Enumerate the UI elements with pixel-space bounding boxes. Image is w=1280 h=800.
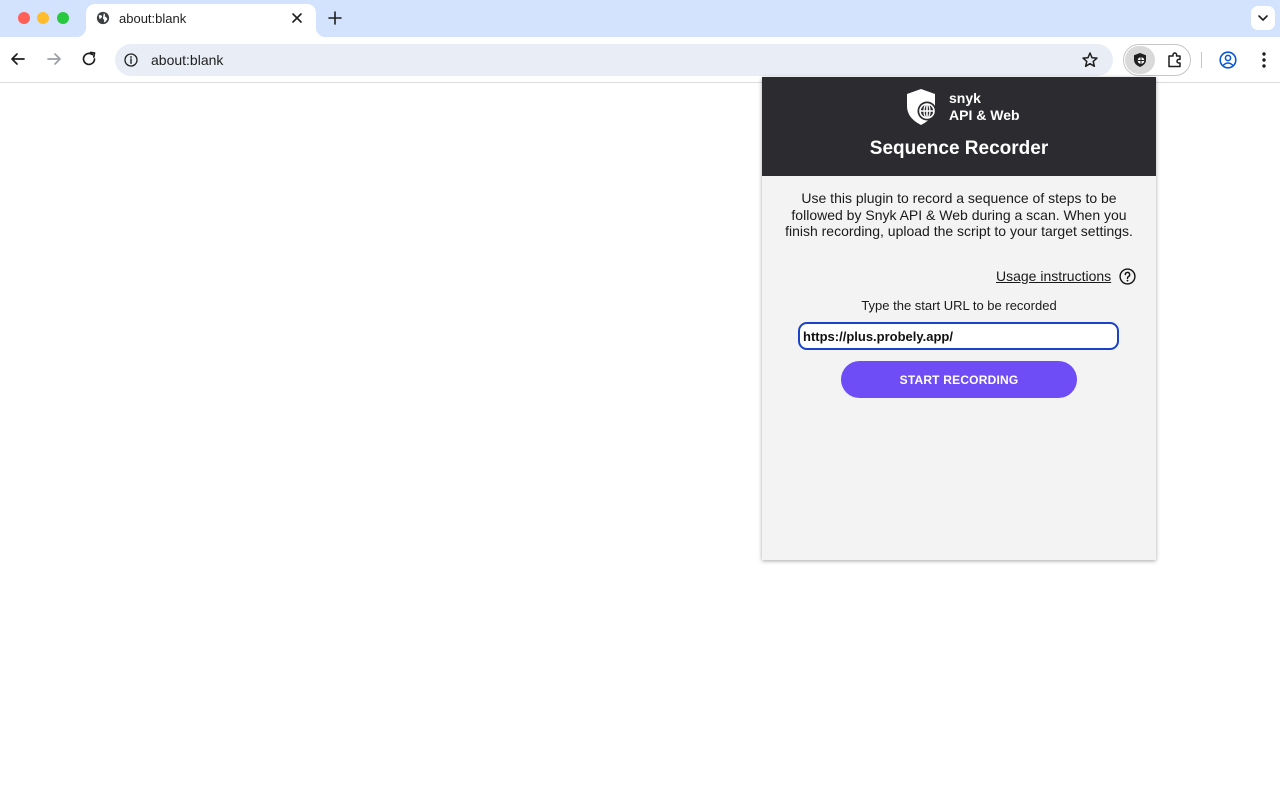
chevron-down-icon (1258, 15, 1268, 21)
reload-icon[interactable] (80, 50, 98, 68)
tab-search-button[interactable] (1251, 6, 1275, 30)
tab-about-blank[interactable]: about:blank (76, 4, 326, 37)
forward-arrow-icon[interactable] (45, 50, 63, 68)
usage-instructions-link[interactable]: Usage instructions (996, 268, 1111, 284)
minimize-window-button[interactable] (37, 12, 49, 24)
tab-title: about:blank (119, 11, 187, 26)
profile-avatar-icon[interactable] (1219, 51, 1237, 69)
popup-header: snyk API & Web Sequence Recorder (762, 77, 1156, 176)
popup-title: Sequence Recorder (869, 138, 1049, 159)
tab-strip: about:blank (0, 0, 1280, 37)
start-recording-button[interactable]: START RECORDING (841, 361, 1077, 398)
start-url-input[interactable] (798, 322, 1119, 350)
snyk-shield-icon (1134, 53, 1146, 67)
toolbar-divider (1201, 52, 1202, 68)
site-info-icon[interactable] (124, 53, 138, 67)
address-bar-url[interactable]: about:blank (151, 52, 223, 68)
bookmark-star-icon[interactable] (1081, 51, 1099, 69)
maximize-window-button[interactable] (57, 12, 69, 24)
new-tab-icon[interactable] (327, 10, 343, 26)
sequence-recorder-popup: snyk API & Web Sequence Recorder Use thi… (762, 77, 1156, 560)
close-window-button[interactable] (18, 12, 30, 24)
snyk-logo-icon (907, 89, 937, 125)
more-menu-icon[interactable] (1256, 50, 1272, 70)
help-question-icon[interactable] (1119, 268, 1136, 285)
extensions-puzzle-icon[interactable] (1166, 51, 1184, 69)
extensions-group (1123, 44, 1191, 76)
start-url-label: Type the start URL to be recorded (861, 298, 1057, 313)
popup-description: Use this plugin to record a sequence of … (785, 190, 1133, 239)
snyk-extension-button[interactable] (1125, 46, 1155, 74)
back-arrow-icon[interactable] (9, 50, 27, 68)
globe-icon (96, 11, 110, 25)
address-bar[interactable]: about:blank (115, 44, 1113, 76)
brand-name: snyk (949, 90, 981, 106)
close-tab-icon[interactable] (290, 11, 304, 25)
brand-product: API & Web (949, 107, 1020, 123)
